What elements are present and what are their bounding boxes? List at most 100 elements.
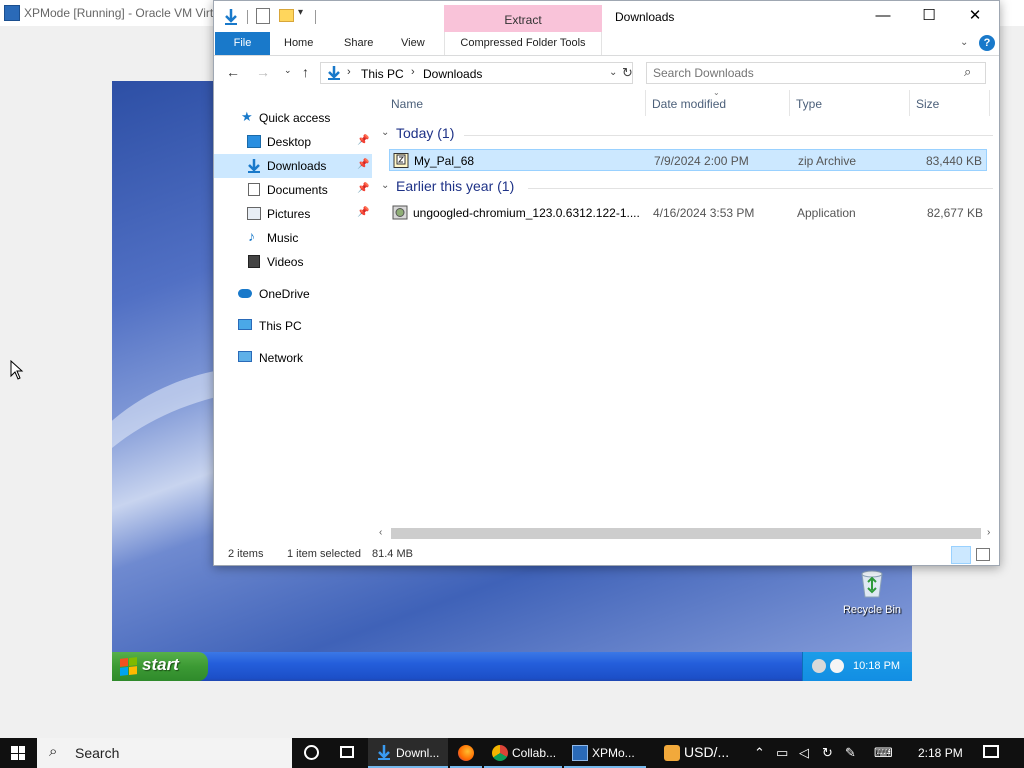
taskbar-clock[interactable]: 2:18 PM — [918, 746, 963, 760]
nav-documents[interactable]: Documents 📌 — [214, 178, 372, 202]
documents-icon — [248, 183, 260, 196]
collapse-chevron-icon[interactable]: ⌄ — [381, 180, 389, 191]
new-folder-icon[interactable] — [279, 9, 294, 22]
downloads-icon — [376, 745, 392, 761]
videos-icon — [248, 255, 260, 268]
sort-chevron-icon: ⌄ — [713, 88, 720, 97]
minimize-button[interactable]: — — [860, 1, 906, 33]
taskbar-item-downloads[interactable]: Downl... — [368, 738, 448, 768]
windows-start-button[interactable] — [0, 738, 36, 768]
xp-system-tray: 10:18 PM — [802, 652, 912, 681]
details-view-icon[interactable] — [951, 546, 971, 564]
quick-access-downloads-icon[interactable] — [223, 8, 239, 26]
xp-tray-network-icon[interactable] — [830, 659, 844, 673]
back-arrow-icon[interactable]: ← — [226, 64, 240, 80]
windows-xp-logo-icon — [120, 657, 137, 676]
nav-videos[interactable]: Videos — [214, 250, 372, 274]
breadcrumb-chevron-icon[interactable]: › — [411, 66, 415, 78]
cortana-icon[interactable] — [300, 738, 324, 768]
tab-home[interactable]: Home — [284, 32, 313, 55]
volume-muted-icon[interactable]: ◁ — [799, 745, 809, 761]
scrollbar-thumb[interactable] — [391, 528, 981, 539]
taskbar-search-box[interactable]: ⌕ Search — [37, 738, 292, 768]
stocks-icon — [664, 745, 680, 761]
properties-icon[interactable] — [256, 8, 270, 24]
nav-downloads[interactable]: Downloads 📌 — [214, 154, 372, 178]
tab-share[interactable]: Share — [344, 32, 373, 55]
address-bar[interactable]: › This PC › Downloads ⌄ ↻ — [320, 62, 633, 84]
help-icon[interactable]: ? — [979, 35, 995, 51]
pen-icon[interactable]: ✎ — [845, 745, 856, 761]
address-dropdown-icon[interactable]: ⌄ — [609, 67, 617, 78]
sync-icon[interactable]: ↻ — [822, 745, 833, 761]
nav-quick-access[interactable]: ★ Quick access — [214, 106, 372, 130]
tab-view[interactable]: View — [401, 32, 425, 55]
chevron-up-icon[interactable]: ⌃ — [754, 745, 765, 761]
breadcrumb-downloads[interactable]: Downloads — [423, 67, 482, 81]
notifications-icon[interactable] — [983, 745, 999, 758]
nav-desktop[interactable]: Desktop 📌 — [214, 130, 372, 154]
tab-file[interactable]: File — [215, 32, 270, 55]
nav-network[interactable]: Network — [214, 346, 372, 370]
group-divider — [528, 188, 993, 189]
keyboard-icon[interactable]: ⌨ — [874, 745, 893, 761]
scroll-right-icon[interactable]: › — [987, 527, 990, 538]
xp-start-button[interactable]: start — [112, 652, 208, 681]
recent-locations-chevron-icon[interactable]: ⌄ — [284, 65, 292, 76]
pin-icon[interactable]: 📌 — [357, 183, 369, 194]
pin-icon[interactable]: 📌 — [357, 159, 369, 170]
ribbon-expand-icon[interactable]: ⌄ — [960, 37, 968, 48]
file-list: Name ⌄ Date modified Type Size ⌄ Today (… — [381, 88, 999, 536]
tab-compressed-folder-tools[interactable]: Compressed Folder Tools — [444, 32, 602, 55]
large-icons-view-icon[interactable] — [976, 548, 990, 561]
column-size[interactable]: Size — [916, 97, 939, 111]
nav-music[interactable]: ♪ Music — [214, 226, 372, 250]
search-box[interactable]: ⌕ — [646, 62, 986, 84]
xp-clock: 10:18 PM — [853, 660, 901, 672]
group-header-earlier[interactable]: ⌄ Earlier this year (1) — [381, 178, 993, 198]
windows-logo-icon — [11, 746, 25, 760]
horizontal-scrollbar[interactable]: ‹ › — [377, 525, 999, 542]
pin-icon[interactable]: 📌 — [357, 135, 369, 146]
column-date-modified[interactable]: Date modified — [652, 97, 726, 111]
recycle-bin-label: Recycle Bin — [842, 604, 902, 616]
explorer-titlebar[interactable]: ▾ Extract Downloads — ☐ ✕ — [214, 1, 999, 33]
recycle-bin[interactable]: Recycle Bin — [837, 568, 907, 616]
column-divider[interactable] — [789, 90, 790, 116]
group-header-today[interactable]: ⌄ Today (1) — [381, 125, 993, 145]
taskbar-item-chrome[interactable]: Collab... — [484, 738, 562, 768]
taskbar-item-virtualbox[interactable]: XPMo... — [564, 738, 646, 768]
refresh-icon[interactable]: ↻ — [622, 65, 633, 81]
downloads-icon — [247, 159, 261, 173]
taskbar-item-firefox[interactable] — [450, 738, 482, 768]
nav-onedrive[interactable]: OneDrive — [214, 282, 372, 306]
collapse-chevron-icon[interactable]: ⌄ — [381, 127, 389, 138]
column-name[interactable]: Name — [391, 97, 423, 111]
network-icon[interactable]: ▭ — [776, 745, 788, 761]
qat-customize-icon[interactable]: ▾ — [298, 7, 303, 25]
xp-tray-volume-icon[interactable] — [812, 659, 826, 673]
breadcrumb-chevron-icon[interactable]: › — [347, 66, 351, 78]
taskbar-item-stocks[interactable]: USD/... — [656, 738, 744, 768]
column-divider[interactable] — [989, 90, 990, 116]
search-input[interactable] — [653, 66, 953, 80]
windows-taskbar: ⌕ Search Downl... Collab... XPMo... USD/… — [0, 738, 1024, 768]
close-button[interactable]: ✕ — [952, 1, 998, 33]
up-arrow-icon[interactable]: ↑ — [302, 64, 309, 80]
breadcrumb-this-pc[interactable]: This PC — [361, 67, 404, 81]
maximize-button[interactable]: ☐ — [906, 1, 952, 33]
column-divider[interactable] — [909, 90, 910, 116]
search-icon[interactable]: ⌕ — [964, 64, 971, 80]
nav-this-pc[interactable]: This PC — [214, 314, 372, 338]
scroll-left-icon[interactable]: ‹ — [379, 527, 382, 538]
nav-pictures[interactable]: Pictures 📌 — [214, 202, 372, 226]
column-type[interactable]: Type — [796, 97, 822, 111]
pin-icon[interactable]: 📌 — [357, 207, 369, 218]
file-row[interactable]: My_Pal_68 7/9/2024 2:00 PM zip Archive 8… — [389, 149, 987, 171]
desktop-icon — [247, 135, 261, 148]
file-row[interactable]: ungoogled-chromium_123.0.6312.122-1.... … — [389, 202, 987, 224]
forward-arrow-icon[interactable]: → — [256, 64, 270, 80]
task-view-icon[interactable] — [334, 738, 362, 768]
column-divider[interactable] — [645, 90, 646, 116]
virtualbox-icon — [4, 5, 20, 21]
